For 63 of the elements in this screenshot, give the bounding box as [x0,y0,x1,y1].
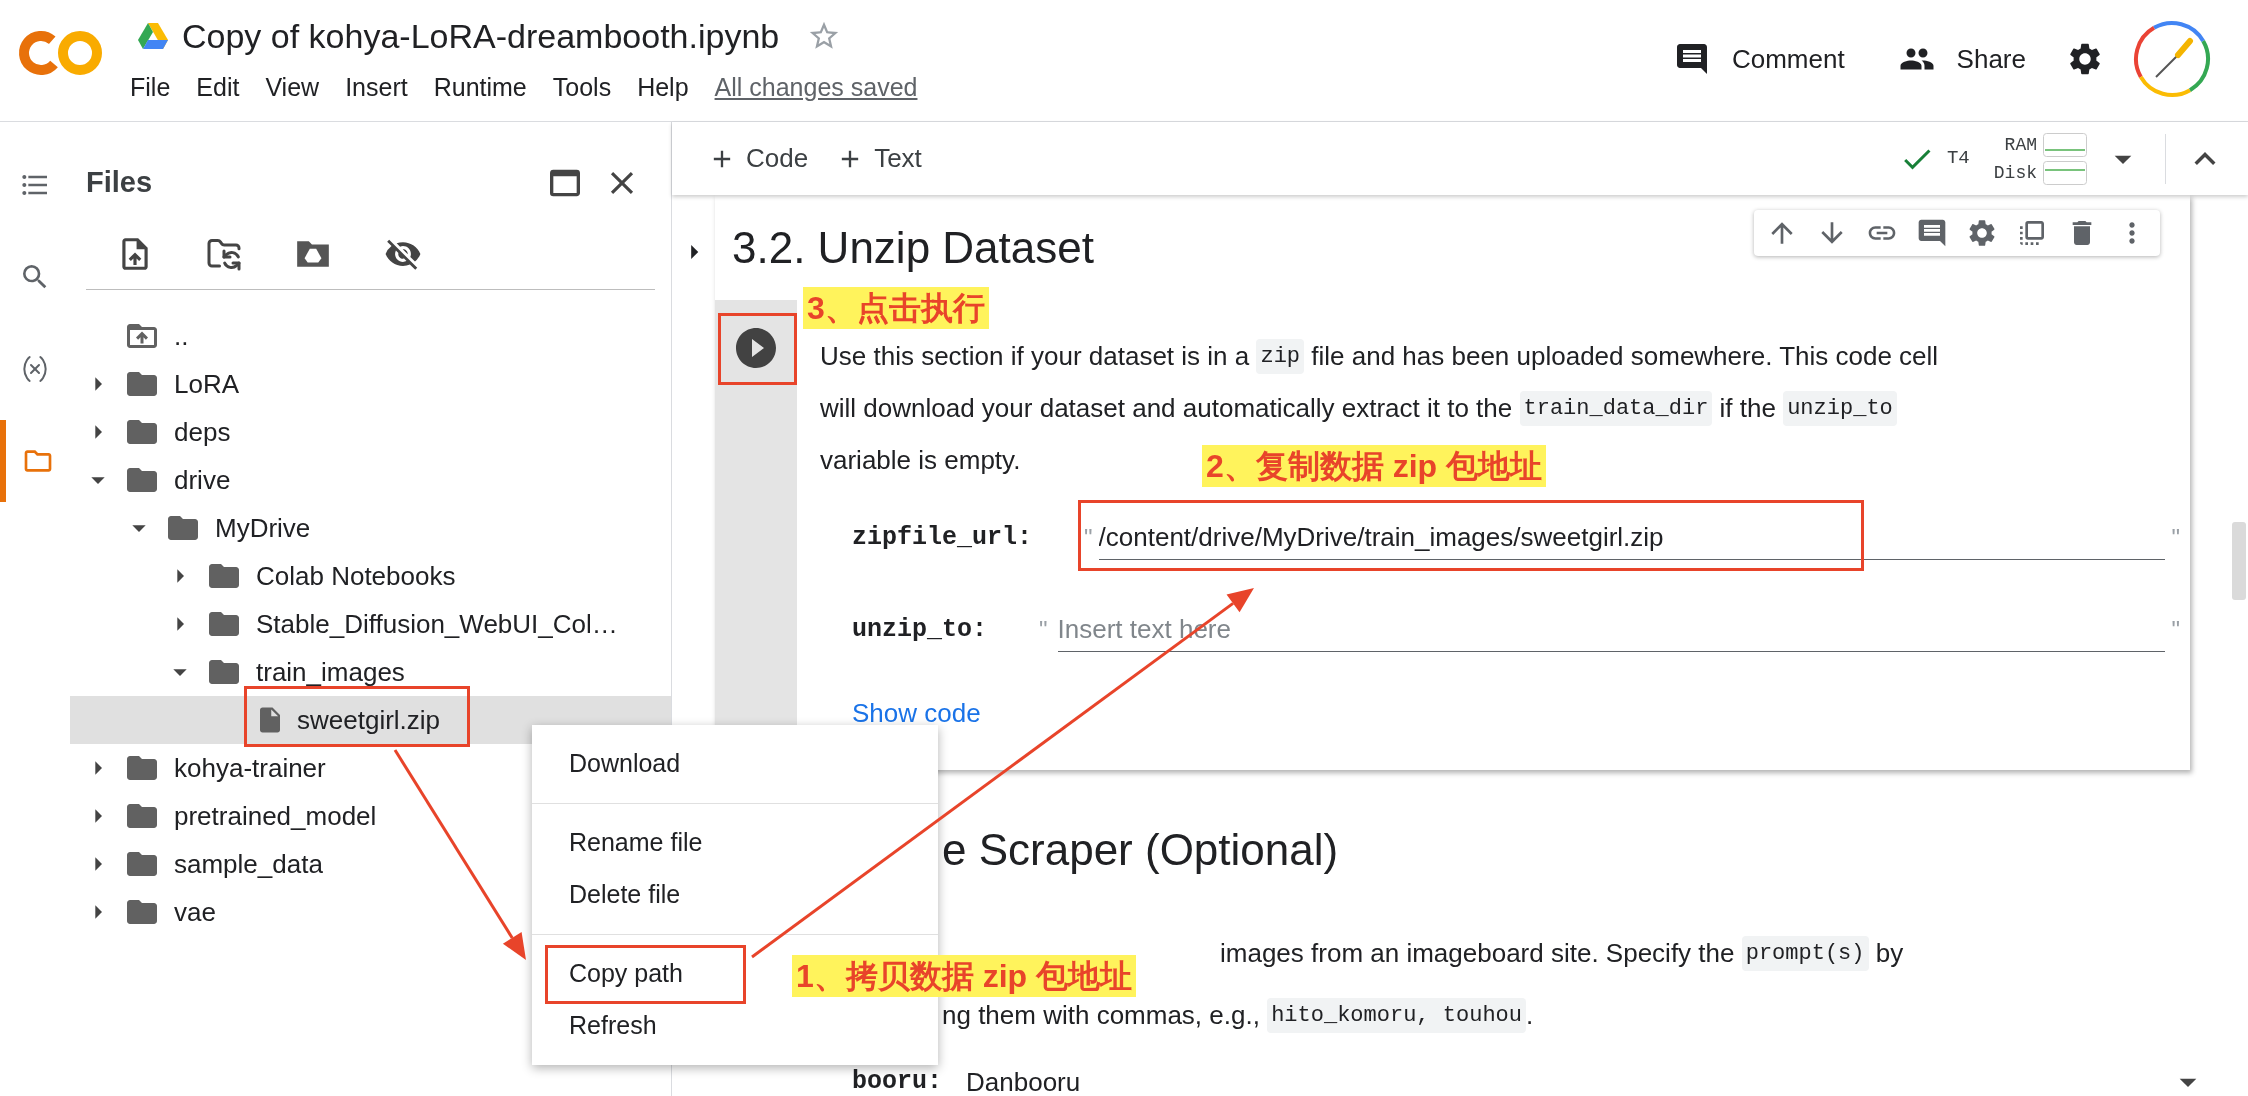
disk-label: Disk [1993,161,2037,185]
add-text-button[interactable]: Text [822,133,936,184]
avatar-icon[interactable] [2132,19,2212,99]
add-code-button[interactable]: Code [694,133,823,184]
disk-usage-graph [2043,160,2087,185]
notebook-title[interactable]: Copy of kohya-LoRA-dreambooth.ipynb [182,10,780,62]
body-text: images from an imageboard site. Specify the [1220,936,1736,970]
body-text: if the [1718,391,1777,425]
inline-code: zip [1256,338,1305,374]
annotation-label: 1、拷贝数据 zip 包地址 [792,955,1136,997]
tree-item[interactable]: .. [70,312,671,360]
comment-button[interactable]: Comment [1659,31,1859,87]
inline-code: unzip_to [1783,390,1897,426]
tree-item[interactable]: deps [70,408,671,456]
inline-code: prompt(s) [1741,935,1869,971]
tree-item[interactable]: LoRA [70,360,671,408]
field-label: unzip_to: [852,614,988,647]
ram-usage-graph [2043,132,2087,157]
menu-item[interactable]: Runtime [433,69,527,107]
menu-item[interactable]: Copy path [559,948,693,1000]
section-heading: 3.2. Unzip Dataset [732,221,1094,274]
tree-item[interactable]: sweetgirl.zip [70,696,671,744]
quote-mark: " [1084,523,1093,553]
tree-item[interactable]: drive [70,456,671,504]
share-button[interactable]: Share [1884,31,2040,87]
annotation-label: 2、复制数据 zip 包地址 [1202,445,1546,487]
runtime-name: T4 [1946,146,1970,172]
menu-item[interactable]: Insert [345,69,408,107]
body-text: ng them with commas, e.g., [942,998,1261,1032]
tree-item[interactable]: train_images [70,648,671,696]
body-text: Use this section if your dataset is in a [820,339,1251,373]
section-heading: e Scraper (Optional) [942,824,1339,876]
drive-icon [138,22,168,50]
quote-mark: " [1039,615,1048,645]
body-text: will download your dataset and automatically extract it to the [820,391,1514,425]
scrollbar-thumb[interactable] [2232,522,2246,600]
dropdown-value[interactable]: Danbooru [966,1062,1081,1096]
save-status-link[interactable]: All changes saved [714,69,918,107]
menu-item[interactable]: Edit [196,69,240,107]
menu-item[interactable]: Delete file [559,869,691,921]
quote-mark: " [2171,615,2180,645]
body-text: variable is empty. [820,443,1021,477]
tree-item[interactable]: Stable_Diffusion_WebUI_Col… [70,600,671,648]
tree-item[interactable]: MyDrive [70,504,671,552]
panel-title: Files [86,165,153,201]
menu-item[interactable]: File [130,69,171,107]
menu-item[interactable]: Help [637,69,689,107]
menu-item[interactable]: Refresh [559,1000,667,1052]
body-text: . [1526,998,1534,1032]
tree-item[interactable]: Colab Notebooks [70,552,671,600]
menu-item[interactable]: View [265,69,320,107]
text-field[interactable]: /content/drive/MyDrive/train_images/sweetgirl.zip [1098,516,2166,560]
menu-item[interactable]: Tools [552,69,612,107]
body-text: file and has been uploaded somewhere. This code cell [1310,339,1939,373]
quote-mark: " [2171,523,2180,553]
field-label: booru: [852,1066,942,1096]
inline-code: train_data_dir [1519,390,1713,426]
annotation-label: 3、点击执行 [803,287,989,329]
field-label: zipfile_url: [852,522,1033,555]
menu-item[interactable]: Rename file [559,817,713,869]
ram-label: RAM [2003,133,2037,157]
inline-code: hito_komoru, touhou [1267,997,1526,1033]
body-text: by [1874,936,1904,970]
